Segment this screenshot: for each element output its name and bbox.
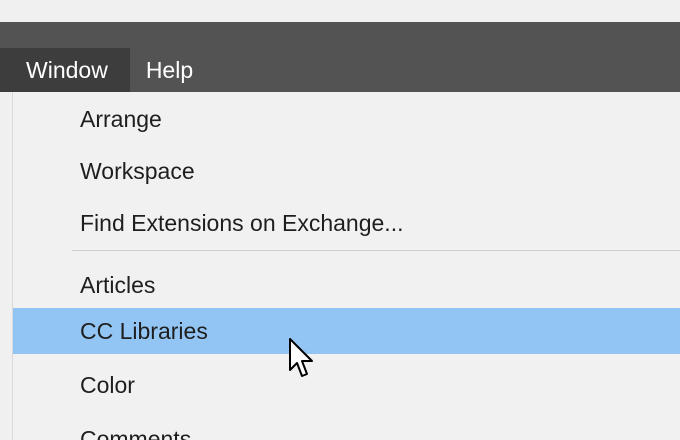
menu-item-workspace[interactable]: Workspace [13,148,680,194]
menu-item-comments[interactable]: Comments [13,416,680,440]
menu-item-articles[interactable]: Articles [13,262,680,308]
menu-item-arrange[interactable]: Arrange [13,96,680,142]
menu-item-color[interactable]: Color [13,362,680,408]
menu-bar: Window Help [0,22,680,92]
window-top-strip [0,0,680,22]
menu-item-find-extensions[interactable]: Find Extensions on Exchange... [13,200,680,246]
menu-item-cc-libraries[interactable]: CC Libraries [13,308,680,354]
menu-separator [72,250,680,251]
window-menu-dropdown: Arrange Workspace Find Extensions on Exc… [12,92,680,440]
menu-help[interactable]: Help [130,48,209,92]
arrow-pointer-icon [289,338,313,377]
menu-window[interactable]: Window [0,48,130,92]
